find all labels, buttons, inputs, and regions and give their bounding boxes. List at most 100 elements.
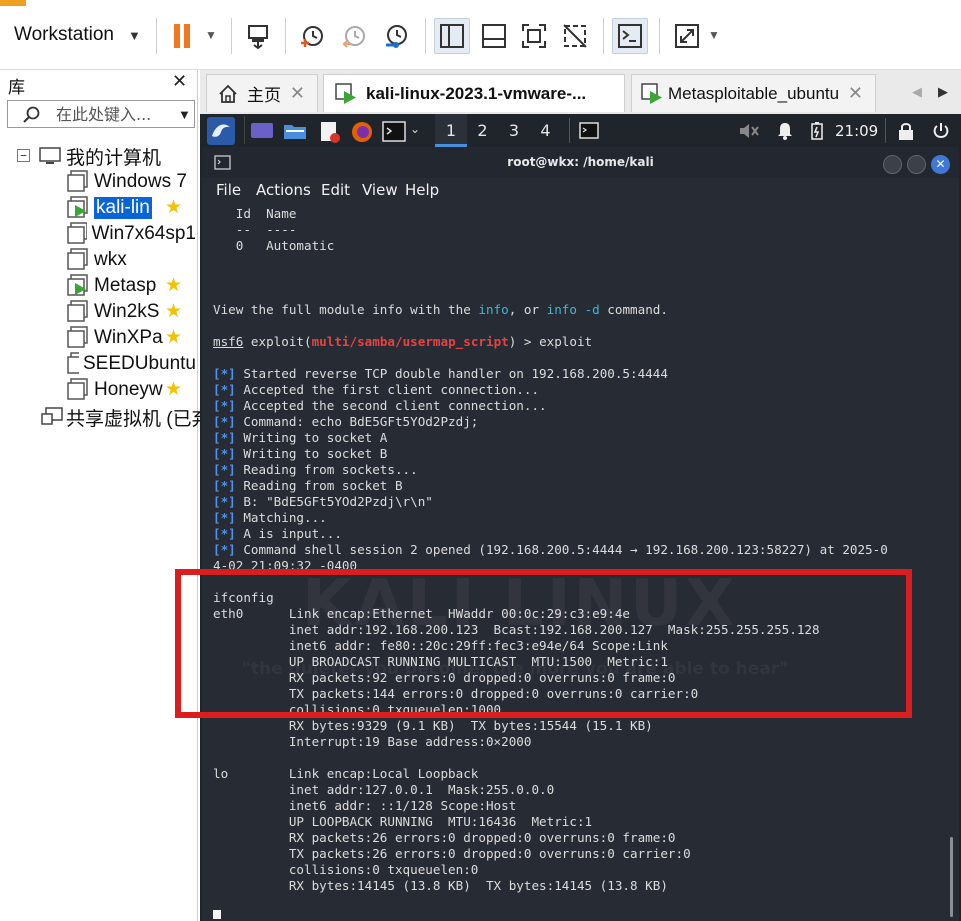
terminal-icon: [618, 24, 642, 48]
workstation-menu-button[interactable]: Workstation: [14, 24, 114, 46]
msf-prompt-line: msf6 exploit(multi/samba/usermap_script)…: [213, 334, 593, 349]
notification-icon[interactable]: [775, 121, 795, 141]
tree-shared-vms[interactable]: 共享虚拟机 (已弃: [40, 405, 211, 429]
thumbnail-bar-button[interactable]: [476, 18, 512, 54]
send-ctrl-alt-del-button[interactable]: [240, 18, 276, 54]
revert-snapshot-button[interactable]: [336, 18, 372, 54]
vm-name: Win2kS: [94, 301, 160, 322]
library-toggle-button[interactable]: [434, 18, 470, 54]
console-button[interactable]: [612, 18, 648, 54]
close-icon[interactable]: ✕: [172, 71, 187, 92]
vm-name: Windows 7: [94, 171, 187, 192]
active-window-icon[interactable]: [579, 121, 601, 141]
chevron-down-icon[interactable]: ▼: [128, 28, 141, 43]
favorite-star-icon[interactable]: ★: [165, 326, 182, 349]
minimize-button[interactable]: [883, 155, 902, 174]
chevron-down-icon[interactable]: ▼: [178, 107, 191, 122]
tree-collapse-toggle[interactable]: −: [17, 149, 30, 162]
status-line: [*] Writing to socket A: [213, 430, 388, 445]
library-search-box[interactable]: ▼: [7, 100, 195, 128]
computer-icon: [39, 147, 61, 164]
workspace-button[interactable]: 3: [498, 114, 530, 147]
take-snapshot-button[interactable]: [294, 18, 330, 54]
favorite-star-icon[interactable]: ★: [165, 378, 182, 401]
fullscreen-button[interactable]: [516, 18, 552, 54]
terminal-output[interactable]: Id Name -- ---- 0 Automatic View the ful…: [213, 206, 955, 919]
workspace-button[interactable]: 2: [467, 114, 499, 147]
stretch-guest-button[interactable]: [669, 18, 705, 54]
firefox-icon[interactable]: [350, 121, 374, 143]
msf-prompt: msf6: [213, 334, 244, 349]
desktop-icon[interactable]: [250, 121, 274, 141]
close-icon[interactable]: ✕: [290, 83, 305, 104]
tab-home[interactable]: 主页 ✕: [206, 74, 318, 112]
tab-kali-linux[interactable]: kali-linux-2023.1-vmware-...: [323, 74, 625, 112]
terminal-titlebar[interactable]: root@wkx: /home/kali ✕: [202, 147, 959, 178]
status-tag: [*]: [213, 382, 236, 397]
file-manager-icon[interactable]: [283, 121, 307, 141]
status-tag: [*]: [213, 542, 236, 557]
menu-item-file[interactable]: File: [216, 181, 241, 199]
status-line: [*] A is input...: [213, 526, 342, 541]
vm-name: kali-lin: [94, 197, 152, 219]
status-tag: [*]: [213, 414, 236, 429]
vm-item[interactable]: wkx: [66, 248, 196, 272]
vm-item[interactable]: Windows 7: [66, 170, 196, 194]
library-search-input[interactable]: [56, 104, 166, 124]
running-vm-icon: [335, 82, 356, 104]
unity-button[interactable]: [557, 18, 593, 54]
tree-root-my-computer[interactable]: 我的计算机: [38, 144, 161, 168]
close-icon[interactable]: ✕: [848, 83, 863, 104]
chevron-down-icon[interactable]: ▼: [708, 28, 720, 42]
battery-icon[interactable]: [809, 121, 825, 141]
status-line: [*] Started reverse TCP double handler o…: [213, 366, 668, 381]
menu-item-edit[interactable]: Edit: [321, 181, 350, 199]
menu-item-help[interactable]: Help: [405, 181, 439, 199]
snapshot-manager-button[interactable]: [378, 18, 414, 54]
toolbar-divider: [603, 18, 604, 54]
tab-metasploitable[interactable]: Metasploitable_ubuntu ✕: [631, 74, 876, 112]
vm-name: Win7x64sp1: [91, 223, 196, 244]
kali-menu-icon[interactable]: [206, 116, 236, 146]
favorite-star-icon[interactable]: ★: [165, 196, 182, 219]
module-table-header: Id Name: [213, 206, 297, 221]
text-editor-icon[interactable]: [318, 121, 342, 143]
output-line: UP LOOPBACK RUNNING MTU:16436 Metric:1: [213, 814, 593, 829]
close-button[interactable]: ✕: [931, 155, 950, 174]
status-tag: [*]: [213, 494, 236, 509]
menu-item-actions[interactable]: Actions: [256, 181, 311, 199]
panel-clock[interactable]: 21:09: [835, 122, 878, 140]
vm-icon: [67, 300, 88, 322]
annotation-highlight-box: [175, 569, 912, 718]
power-icon[interactable]: [931, 121, 951, 141]
status-tag: [*]: [213, 366, 236, 381]
terminal-window[interactable]: root@wkx: /home/kali ✕ File Actions Edit Vi…: [202, 147, 959, 921]
lock-icon[interactable]: [897, 121, 915, 141]
vm-item[interactable]: SEEDUbuntu: [66, 352, 196, 376]
chevron-down-icon[interactable]: ⌄: [410, 122, 420, 136]
status-line: [*] Command: echo BdE5GFt5YOd2Pzdj;: [213, 414, 479, 429]
vm-name: WinXPa: [94, 327, 163, 348]
search-icon: [23, 106, 40, 123]
console-view-icon: [482, 24, 506, 48]
pause-button[interactable]: [164, 18, 200, 54]
chevron-down-icon[interactable]: ▼: [205, 28, 217, 42]
vm-guest-display[interactable]: ⌄ 1234 21:09 root@wkx: /home/kali ✕ File…: [200, 114, 961, 921]
menu-item-view[interactable]: View: [362, 181, 398, 199]
mute-icon[interactable]: [738, 121, 760, 141]
workspace-button[interactable]: 4: [530, 114, 562, 147]
tab-scroll-left-icon[interactable]: ◀: [912, 84, 922, 100]
workspace-button[interactable]: 1: [435, 114, 467, 147]
status-tag: [*]: [213, 526, 236, 541]
vmware-toolbar: Workstation ▼ ▼ ▼: [0, 0, 961, 70]
maximize-button[interactable]: [907, 155, 926, 174]
terminal-scrollbar[interactable]: [950, 837, 953, 917]
tab-scroll-right-icon[interactable]: ▶: [938, 84, 948, 100]
terminal-launcher-icon[interactable]: [382, 121, 408, 143]
favorite-star-icon[interactable]: ★: [165, 274, 182, 297]
output-line: RX bytes:9329 (9.1 KB) TX bytes:15544 (1…: [213, 718, 653, 733]
vm-item[interactable]: Win7x64sp1: [66, 222, 196, 246]
favorite-star-icon[interactable]: ★: [165, 300, 182, 323]
output-line: lo Link encap:Local Loopback: [213, 766, 479, 781]
